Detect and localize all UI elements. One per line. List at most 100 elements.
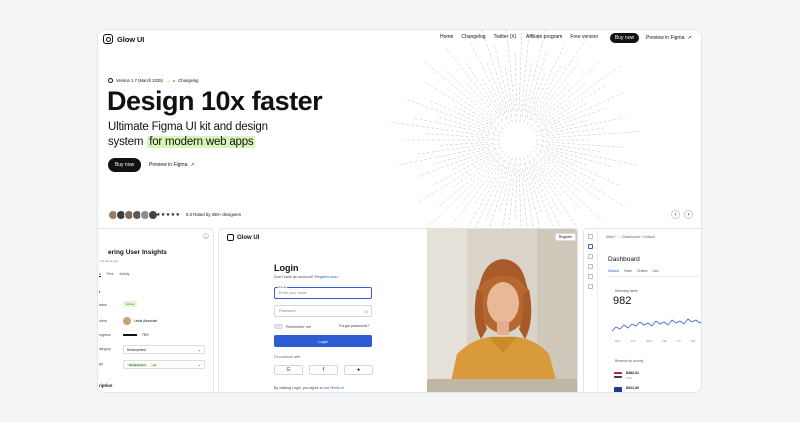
arrow-right-icon: → bbox=[166, 78, 171, 83]
preview-figma-label: Preview in Figma bbox=[646, 35, 685, 41]
insights-title: ering User Insights bbox=[108, 249, 167, 256]
tab-activity[interactable]: Activity bbox=[119, 272, 129, 277]
ray-line bbox=[446, 88, 504, 130]
version-badge[interactable]: Version 1.7 (March 2025) → Changelog bbox=[108, 78, 198, 83]
hero-subtitle-line1: Ultimate Figma UI kit and design bbox=[108, 121, 268, 133]
terms-link[interactable]: Terms of bbox=[330, 386, 344, 390]
ray-line bbox=[500, 169, 511, 210]
ray-line bbox=[417, 143, 495, 155]
facebook-icon[interactable]: f bbox=[309, 365, 338, 375]
tags-select[interactable]: Development +2 ⌄ bbox=[123, 360, 205, 369]
avatar bbox=[123, 317, 131, 325]
day-label: Tue bbox=[630, 339, 636, 343]
ray-line bbox=[523, 50, 548, 123]
login-photo bbox=[427, 229, 577, 392]
close-icon[interactable]: × bbox=[203, 233, 209, 239]
ray-line bbox=[422, 59, 500, 125]
social-login-buttons: G f ● bbox=[274, 365, 373, 375]
users-icon[interactable] bbox=[588, 274, 593, 279]
register-button[interactable]: Register bbox=[555, 233, 576, 241]
password-field[interactable]: Password ◎ bbox=[274, 305, 372, 317]
ray-line bbox=[547, 131, 641, 139]
revenue-amount: $482,01 bbox=[626, 371, 639, 375]
apple-icon[interactable]: ● bbox=[344, 365, 373, 375]
remember-me[interactable]: Remember me bbox=[274, 324, 311, 329]
ray-line bbox=[474, 159, 505, 204]
section-heading: t bbox=[99, 289, 101, 294]
login-title: Login bbox=[274, 263, 299, 273]
login-subtitle: Don't have an account? Register now › bbox=[274, 275, 339, 279]
chart-icon[interactable] bbox=[588, 254, 593, 259]
chevron-left-icon[interactable]: ‹ bbox=[671, 210, 680, 219]
ray-line bbox=[465, 62, 502, 116]
ray-line bbox=[536, 61, 580, 117]
ray-line bbox=[546, 150, 589, 166]
ray-line bbox=[482, 79, 510, 125]
settings-icon[interactable] bbox=[588, 284, 593, 289]
ray-line bbox=[437, 159, 496, 208]
ray-line bbox=[521, 61, 533, 117]
tab-orders[interactable]: Orders bbox=[637, 269, 647, 273]
hero-preview-figma-link[interactable]: Preview in Figma ↗ bbox=[149, 162, 195, 168]
ray-line bbox=[416, 152, 498, 204]
google-icon[interactable]: G bbox=[274, 365, 303, 375]
ray-line bbox=[540, 107, 608, 133]
tab-team[interactable]: Team bbox=[624, 269, 632, 273]
nav-affiliate[interactable]: Affiliate program bbox=[526, 34, 562, 40]
nav-changelog[interactable]: Changelog bbox=[461, 34, 485, 40]
chevron-right-icon[interactable]: › bbox=[684, 210, 693, 219]
email-field[interactable]: Enter your email bbox=[274, 287, 372, 299]
ray-line bbox=[446, 48, 504, 122]
category-select[interactable]: Development ⌄ bbox=[123, 345, 205, 354]
progress-text: 75% bbox=[142, 333, 149, 337]
login-logo[interactable]: Glow UI bbox=[227, 234, 259, 241]
nav-twitter[interactable]: Twitter (X) bbox=[494, 34, 517, 40]
login-button[interactable]: Login bbox=[274, 335, 372, 347]
ray-line bbox=[451, 150, 504, 189]
carousel-controls: ‹ › bbox=[671, 210, 693, 219]
tab-default[interactable]: Default bbox=[608, 269, 619, 273]
home-icon[interactable] bbox=[588, 244, 593, 249]
ray-line bbox=[426, 133, 495, 139]
remember-toggle[interactable] bbox=[274, 324, 283, 329]
field-label-status: tatus bbox=[99, 303, 107, 307]
ray-line bbox=[414, 117, 501, 137]
status-value: Active bbox=[123, 301, 138, 307]
menu-icon[interactable] bbox=[588, 234, 593, 239]
version-text: Version 1.7 (March 2025) bbox=[116, 78, 164, 83]
hero-subtitle-line2: system for modern web apps bbox=[108, 136, 256, 148]
register-now-link[interactable]: Register now bbox=[315, 275, 337, 279]
ray-line bbox=[451, 147, 502, 170]
tab-files[interactable]: Files bbox=[107, 272, 114, 277]
nav-home[interactable]: Home bbox=[440, 34, 453, 40]
ray-line bbox=[414, 147, 496, 178]
hero-buy-now-button[interactable]: Buy now bbox=[108, 158, 141, 172]
remember-label: Remember me bbox=[286, 324, 312, 329]
tab-details[interactable]: s bbox=[99, 272, 101, 277]
ray-line bbox=[541, 141, 625, 148]
ray-line bbox=[538, 84, 607, 128]
folder-icon[interactable] bbox=[588, 264, 593, 269]
insights-subtitle: t 10 hours ago bbox=[99, 259, 119, 263]
ray-line bbox=[518, 30, 523, 111]
eye-icon[interactable]: ◎ bbox=[365, 309, 369, 314]
ray-line bbox=[539, 160, 603, 222]
buy-now-button[interactable]: Buy now bbox=[610, 33, 639, 43]
ray-line bbox=[541, 127, 604, 137]
top-nav: Home Changelog Twitter (X) · Affiliate p… bbox=[440, 34, 606, 40]
nav-separator: · bbox=[519, 34, 521, 40]
changelog-link[interactable]: Changelog bbox=[178, 78, 198, 83]
preview-figma-link[interactable]: Preview in Figma ↗ bbox=[646, 35, 692, 41]
ray-line bbox=[529, 83, 570, 127]
logo[interactable]: Glow UI bbox=[103, 34, 144, 44]
ray-line bbox=[405, 98, 490, 130]
forgot-password-link[interactable]: Forgot password? bbox=[339, 324, 369, 328]
tab-users[interactable]: Use bbox=[652, 269, 658, 273]
ray-line bbox=[514, 51, 518, 117]
revenue-label: Revenue by country bbox=[615, 359, 644, 363]
gbr-flag-icon bbox=[614, 387, 622, 392]
external-arrow-icon: ↗ bbox=[687, 35, 692, 41]
breadcrumb: Main / ... / Dashboard / Default bbox=[606, 235, 655, 239]
ray-line bbox=[470, 43, 508, 119]
nav-free-version[interactable]: Free version bbox=[570, 34, 598, 40]
